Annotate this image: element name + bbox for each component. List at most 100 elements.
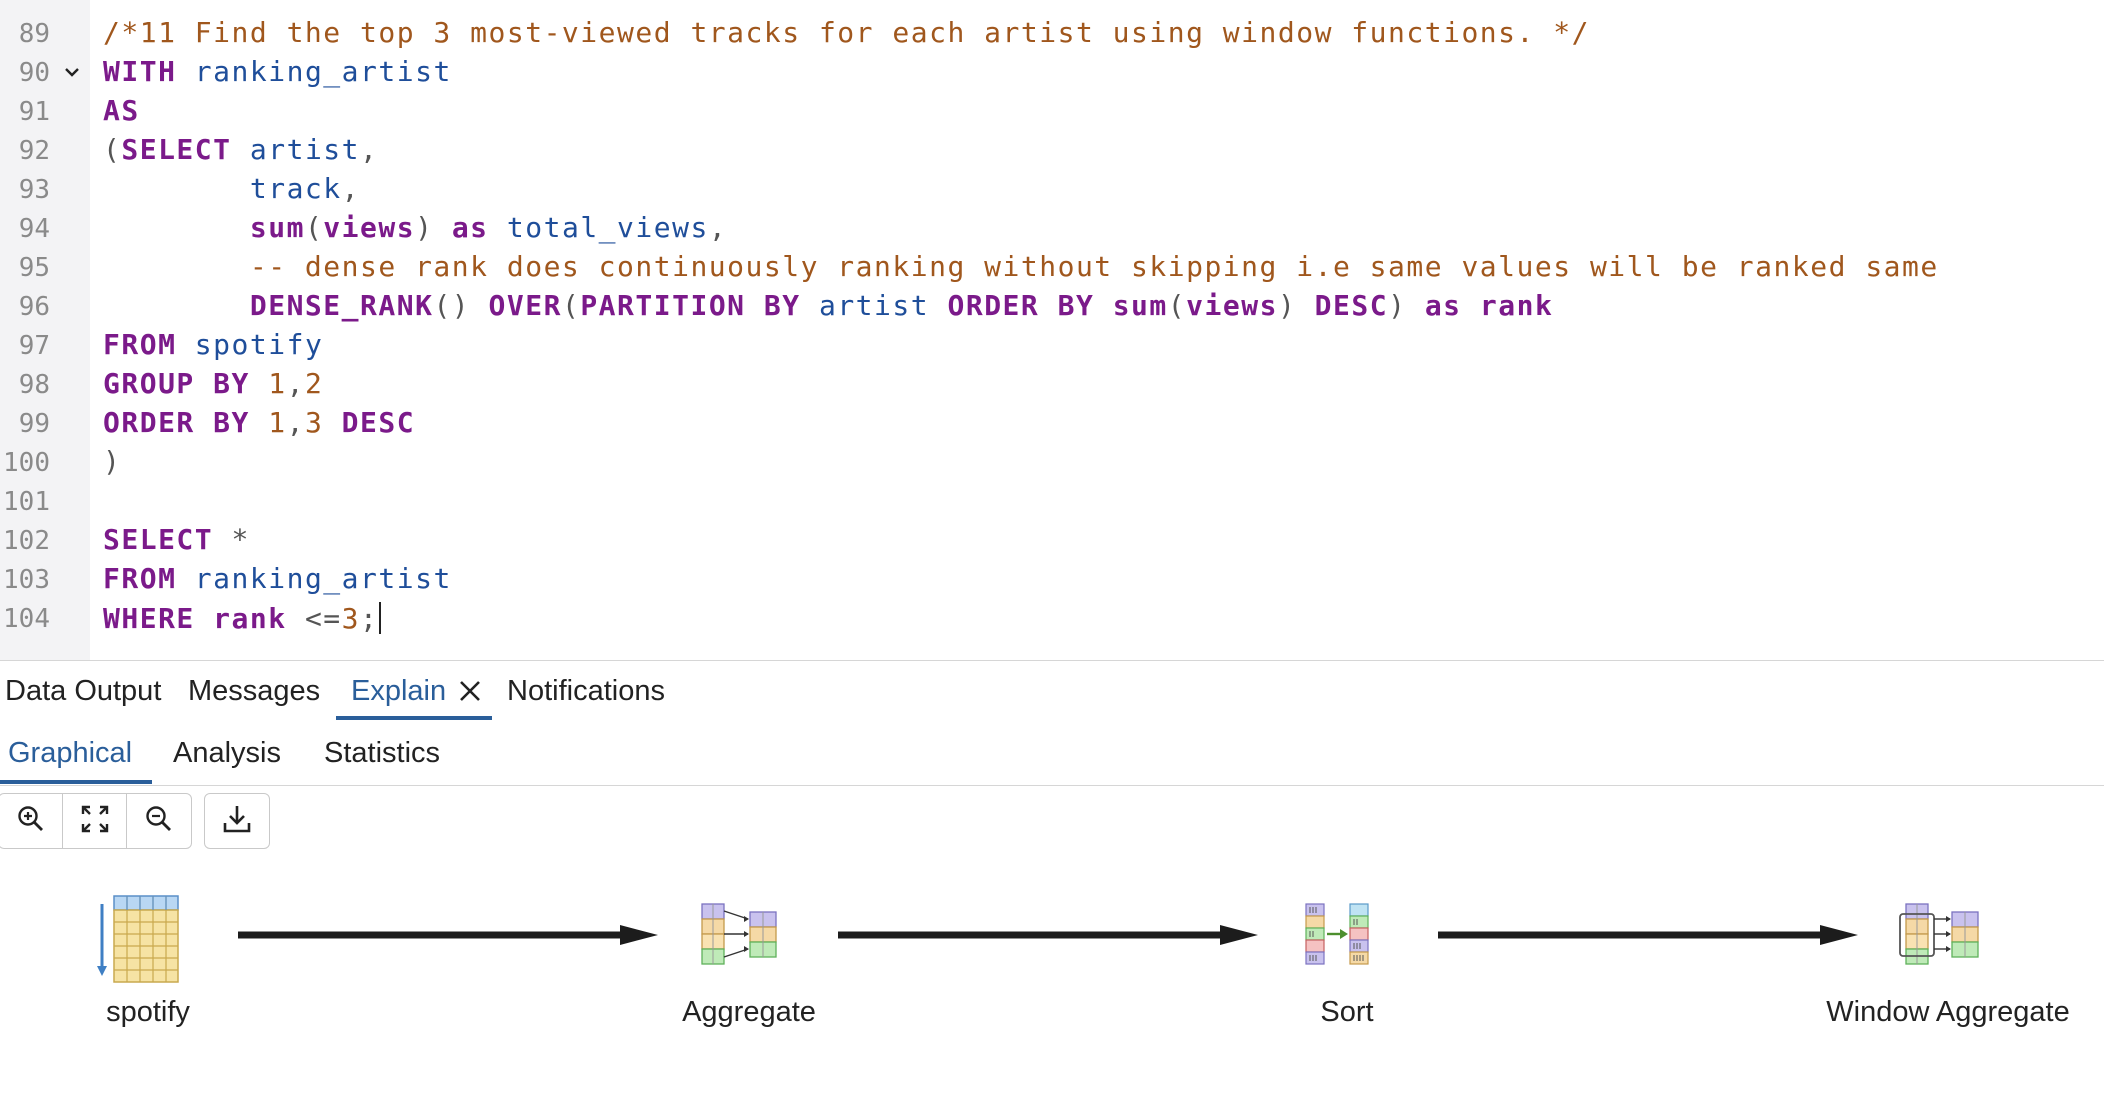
code-text: ) [103, 446, 121, 478]
code-line[interactable]: 104 WHERE rank <=3; [0, 598, 2104, 637]
line-number: 95 [18, 253, 50, 283]
code-line[interactable]: 95 -- dense rank does continuously ranki… [0, 247, 2104, 286]
code-text: -- dense rank does continuously ranking … [103, 251, 1939, 283]
code-token: sum [249, 211, 305, 244]
fit-to-screen-button[interactable] [63, 794, 127, 848]
code-token: OVER [488, 289, 562, 322]
code-line[interactable]: 90 WITH ranking_artist [0, 52, 2104, 91]
plan-node-label: Aggregate [682, 996, 816, 1028]
line-number: 103 [3, 565, 50, 595]
code-token: , [360, 133, 379, 166]
code-line[interactable]: 91 AS [0, 91, 2104, 130]
line-number: 93 [18, 175, 50, 205]
code-token: () [433, 289, 489, 322]
tab-data-output[interactable]: Data Output [5, 661, 161, 721]
tab-explain[interactable]: Explain [351, 661, 446, 721]
code-token: ) [1388, 289, 1425, 322]
code-token: , [708, 211, 728, 244]
code-line[interactable]: 93 track, [0, 169, 2104, 208]
zoom-button-group [0, 793, 192, 849]
close-icon[interactable] [458, 679, 482, 703]
plan-arrow [836, 924, 1260, 946]
code-line[interactable]: 96 DENSE_RANK() OVER(PARTITION BY artist… [0, 286, 2104, 325]
code-token: <= [286, 602, 342, 635]
code-text: (SELECT artist, [103, 134, 378, 166]
code-line[interactable]: 97 FROM spotify [0, 325, 2104, 364]
line-number: 89 [18, 19, 50, 49]
tab-statistics[interactable]: Statistics [324, 723, 440, 783]
code-line[interactable]: 94 sum(views) as total_views, [0, 208, 2104, 247]
code-line[interactable]: 102 SELECT * [0, 520, 2104, 559]
zoom-out-button[interactable] [127, 794, 191, 848]
code-token: total_views [506, 211, 709, 244]
aggregate-icon [700, 903, 778, 972]
code-token: , [286, 406, 305, 439]
line-number: 94 [18, 214, 50, 244]
code-token: ) [103, 445, 122, 478]
download-button[interactable] [205, 794, 269, 848]
tab-graphical[interactable]: Graphical [8, 723, 132, 783]
code-token: ORDER BY [103, 406, 250, 439]
tab-analysis[interactable]: Analysis [173, 723, 281, 783]
code-token: ORDER BY [947, 289, 1095, 322]
code-text: GROUP BY 1,2 [103, 368, 323, 400]
line-number: 97 [18, 331, 50, 361]
plan-node-sort[interactable] [1304, 902, 1370, 973]
code-line[interactable]: 103 FROM ranking_artist [0, 559, 2104, 598]
tab-messages[interactable]: Messages [188, 661, 320, 721]
line-number: 96 [18, 292, 50, 322]
fit-to-screen-icon [79, 803, 111, 840]
code-token: ( [1167, 289, 1187, 322]
code-token: WITH [103, 55, 177, 88]
code-token: as [451, 211, 489, 244]
code-line[interactable]: 99 ORDER BY 1,3 DESC [0, 403, 2104, 442]
code-token: SELECT [121, 133, 232, 166]
plan-node-label: Window Aggregate [1826, 996, 2070, 1028]
code-token: 1 [268, 406, 287, 439]
code-token: ) [415, 211, 452, 244]
code-token: DENSE_RANK [249, 289, 434, 322]
seq-scan-icon [96, 895, 182, 990]
code-token: spotify [194, 328, 324, 361]
line-number: 99 [18, 409, 50, 439]
line-number: 91 [18, 97, 50, 127]
code-token: rank [1479, 289, 1554, 322]
fold-chevron-icon[interactable] [64, 66, 80, 78]
code-token: 3 [304, 406, 324, 439]
code-text: WHERE rank <=3; [103, 602, 382, 635]
code-token: ( [103, 133, 122, 166]
code-line[interactable]: 92 (SELECT artist, [0, 130, 2104, 169]
plan-node-window-aggregate[interactable] [1896, 902, 1980, 973]
plan-node-spotify[interactable] [96, 894, 182, 991]
code-token: artist [818, 289, 930, 322]
sql-editor[interactable]: 89 /*11 Find the top 3 most-viewed tracks… [0, 0, 2104, 660]
code-line[interactable]: 100) [0, 442, 2104, 481]
plan-arrow [1436, 924, 1860, 946]
zoom-out-icon [144, 804, 174, 839]
zoom-in-button[interactable] [0, 794, 63, 848]
code-text: FROM ranking_artist [103, 563, 452, 595]
explain-plan-graph: spotify Aggregate Sort Window Aggregate [0, 860, 2104, 1098]
code-token: -- dense rank does continuously ranking … [249, 250, 1939, 283]
code-line[interactable]: 89 /*11 Find the top 3 most-viewed tracks… [0, 13, 2104, 52]
active-tab-indicator [336, 716, 492, 720]
code-token: WHERE [103, 602, 195, 635]
code-line[interactable]: 98 GROUP BY 1,2 [0, 364, 2104, 403]
plan-node-aggregate[interactable] [700, 902, 778, 973]
code-line[interactable]: 101 [0, 481, 2104, 520]
code-token: views [1186, 289, 1278, 322]
tab-notifications[interactable]: Notifications [507, 661, 665, 721]
code-token: as [1424, 289, 1462, 322]
